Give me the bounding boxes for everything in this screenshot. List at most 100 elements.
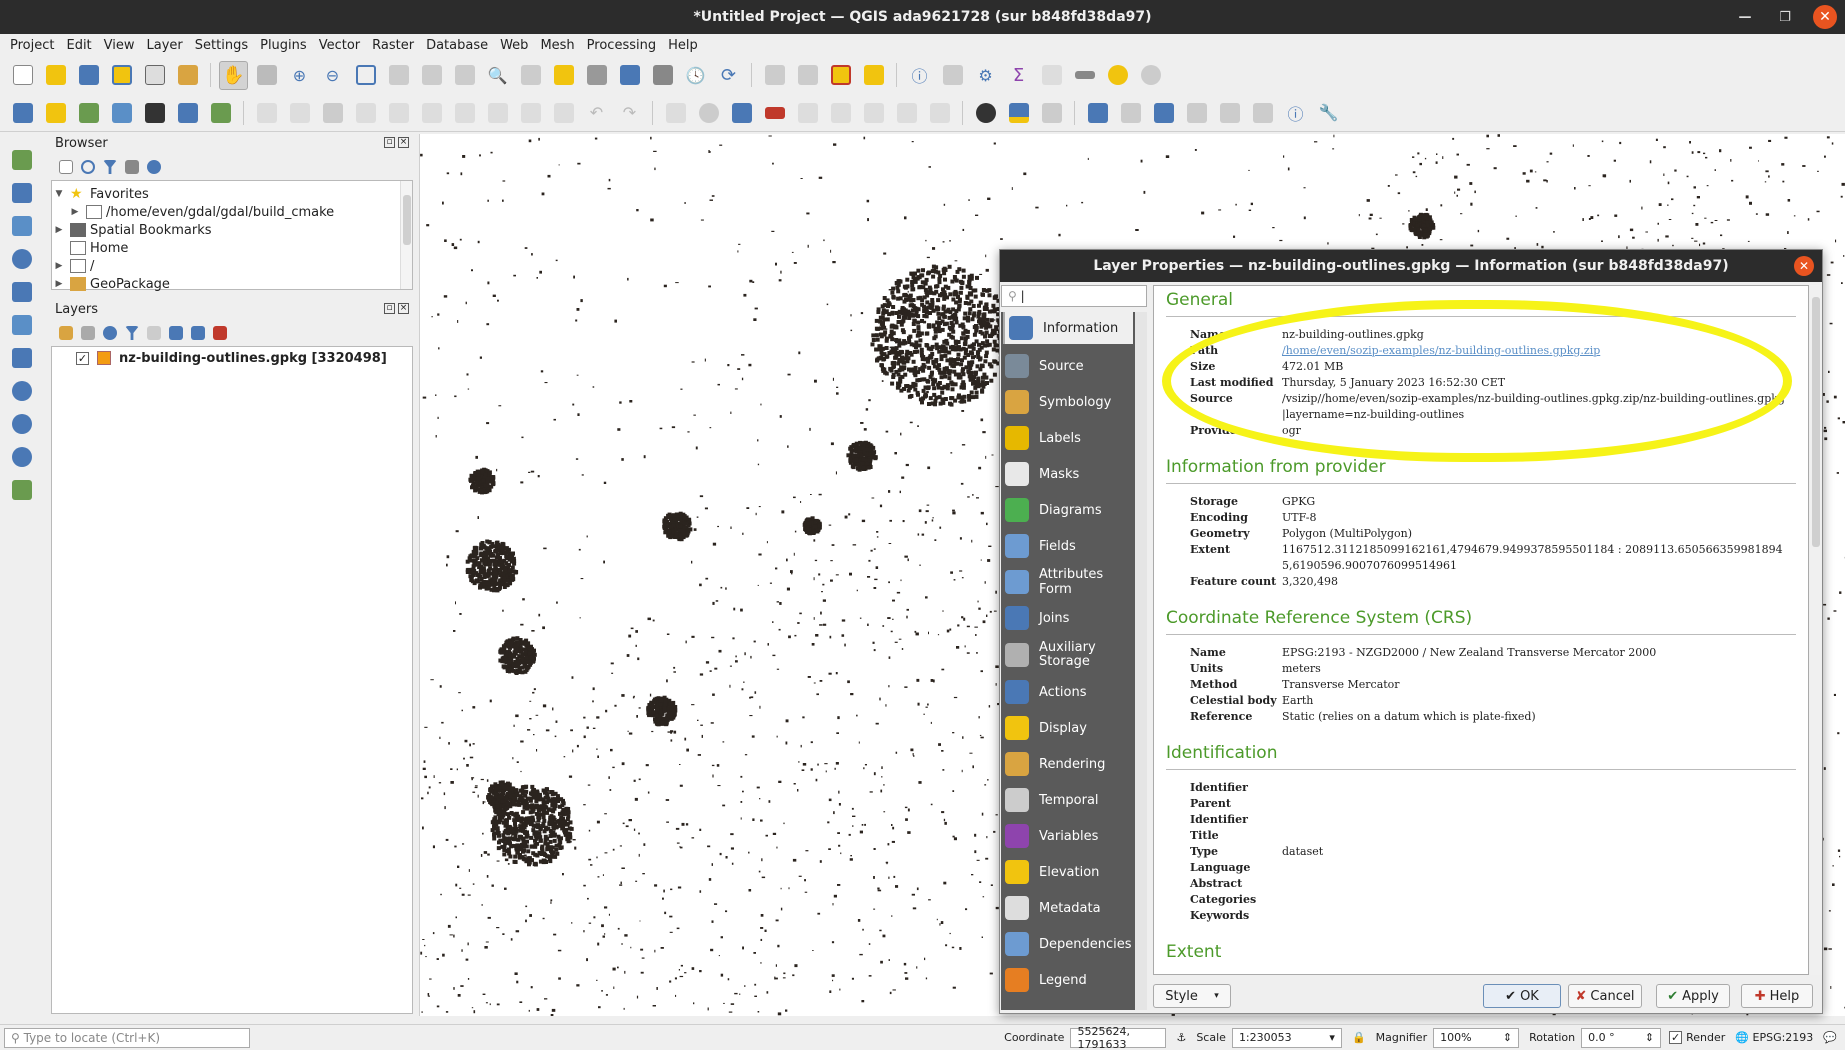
filter-expression-icon[interactable]: [147, 326, 161, 340]
filter-icon[interactable]: [103, 160, 117, 174]
new-virtual-layer-icon[interactable]: [140, 98, 169, 127]
measure-icon[interactable]: [1070, 61, 1099, 90]
processing-toolbox-icon[interactable]: ⚙: [971, 61, 1000, 90]
menu-mesh[interactable]: Mesh: [534, 38, 580, 53]
about-icon[interactable]: ⓘ: [1281, 98, 1310, 127]
properties-icon[interactable]: [147, 160, 161, 174]
label-abc-icon[interactable]: [760, 98, 789, 127]
menu-plugins[interactable]: Plugins: [254, 38, 313, 53]
new-geopackage-icon[interactable]: [41, 98, 70, 127]
undo-icon[interactable]: ↶: [582, 98, 611, 127]
show-bookmarks-icon[interactable]: [648, 61, 677, 90]
paste-features-icon[interactable]: [549, 98, 578, 127]
advanced-digitize-icon[interactable]: [1182, 98, 1211, 127]
add-gps-layer-icon[interactable]: [7, 278, 37, 305]
zoom-full-icon[interactable]: [351, 61, 380, 90]
style-icon[interactable]: [59, 326, 73, 340]
pan-to-selection-icon[interactable]: [252, 61, 281, 90]
copy-features-icon[interactable]: [516, 98, 545, 127]
menu-project[interactable]: Project: [4, 38, 60, 53]
menu-settings[interactable]: Settings: [189, 38, 254, 53]
tree-item-bookmarks[interactable]: ▶ Spatial Bookmarks: [52, 221, 412, 239]
tree-item-favorites[interactable]: ▼ ★ Favorites: [52, 185, 412, 203]
zoom-in-icon[interactable]: ⊕: [285, 61, 314, 90]
add-virtual-layer-icon[interactable]: [7, 476, 37, 503]
remove-layer-icon[interactable]: [213, 326, 227, 340]
minimize-icon[interactable]: —: [1733, 10, 1757, 25]
label-move-icon[interactable]: [826, 98, 855, 127]
filter-legend-icon[interactable]: [125, 326, 139, 340]
python-console-icon[interactable]: [1004, 98, 1033, 127]
manage-visibility-icon[interactable]: [103, 326, 117, 340]
close-icon[interactable]: ✕: [1813, 5, 1837, 29]
select-by-value-icon[interactable]: [793, 61, 822, 90]
zoom-layer-icon[interactable]: [417, 61, 446, 90]
label-pin-icon[interactable]: [694, 98, 723, 127]
move-annotation-icon[interactable]: [1116, 98, 1145, 127]
snapping-icon[interactable]: [1248, 98, 1277, 127]
menu-help[interactable]: Help: [662, 38, 704, 53]
menu-web[interactable]: Web: [494, 38, 534, 53]
menu-vector[interactable]: Vector: [313, 38, 366, 53]
new-mesh-icon[interactable]: [173, 98, 202, 127]
tree-item-geopackage[interactable]: ▶ GeoPackage: [52, 275, 412, 293]
new-temp-layer-icon[interactable]: [206, 98, 235, 127]
modify-attributes-icon[interactable]: [417, 98, 446, 127]
zoom-selection-icon[interactable]: [384, 61, 413, 90]
label-toolbar-icon[interactable]: [661, 98, 690, 127]
current-edits-icon[interactable]: [252, 98, 281, 127]
collapse-all-icon[interactable]: [125, 160, 139, 174]
zoom-next-icon[interactable]: [516, 61, 545, 90]
save-project-icon[interactable]: [74, 61, 103, 90]
open-project-icon[interactable]: [41, 61, 70, 90]
collapse-all-icon[interactable]: [191, 326, 205, 340]
float-icon[interactable]: ▫: [384, 303, 395, 314]
temporal-controller-icon[interactable]: 🕓: [681, 61, 710, 90]
data-source-manager-icon[interactable]: [8, 98, 37, 127]
select-location-icon[interactable]: [859, 61, 888, 90]
browser-scrollbar[interactable]: [400, 181, 412, 289]
add-delimited-text-icon[interactable]: [7, 245, 37, 272]
menu-processing[interactable]: Processing: [581, 38, 662, 53]
new-bookmark-icon[interactable]: [615, 61, 644, 90]
annotation-icon[interactable]: [1083, 98, 1112, 127]
new-project-icon[interactable]: [8, 61, 37, 90]
map-tips-icon[interactable]: [1103, 61, 1132, 90]
layer-visibility-checkbox[interactable]: ✓: [76, 351, 89, 365]
label-change-icon[interactable]: [892, 98, 921, 127]
open-table-icon[interactable]: [1037, 61, 1066, 90]
add-selected-icon[interactable]: [59, 160, 73, 174]
new-spatialite-icon[interactable]: [107, 98, 136, 127]
tree-item-home[interactable]: Home: [52, 239, 412, 257]
new-map-view-icon[interactable]: [549, 61, 578, 90]
digitize-icon[interactable]: [351, 98, 380, 127]
select-features-icon[interactable]: [760, 61, 789, 90]
statistics-icon[interactable]: Σ: [1004, 61, 1033, 90]
tree-item-build-cmake[interactable]: ▶/home/even/gdal/gdal/build_cmake: [52, 203, 412, 221]
add-postgis-icon[interactable]: [7, 344, 37, 371]
label-highlight-icon[interactable]: [727, 98, 756, 127]
redo-icon[interactable]: ↷: [615, 98, 644, 127]
save-edits-icon[interactable]: [318, 98, 347, 127]
options-icon[interactable]: 🔧: [1314, 98, 1343, 127]
style-manager-icon[interactable]: [173, 61, 202, 90]
close-panel-icon[interactable]: ×: [398, 303, 409, 314]
refresh-browser-icon[interactable]: [81, 160, 95, 174]
vertex-tool-icon[interactable]: [384, 98, 413, 127]
menu-edit[interactable]: Edit: [60, 38, 97, 53]
save-as-icon[interactable]: [107, 61, 136, 90]
attribute-table-icon[interactable]: [938, 61, 967, 90]
identify-icon[interactable]: ⓘ: [905, 61, 934, 90]
refresh-icon[interactable]: ⟳: [714, 61, 743, 90]
new-shapefile-icon[interactable]: [74, 98, 103, 127]
add-wcs-icon[interactable]: [7, 443, 37, 470]
locator-icon[interactable]: [1136, 61, 1165, 90]
close-panel-icon[interactable]: ×: [398, 137, 409, 148]
plugin-globe-icon[interactable]: [971, 98, 1000, 127]
add-vector-layer-icon[interactable]: [7, 146, 37, 173]
layer-item[interactable]: ✓ nz-building-outlines.gpkg [3320498]: [52, 347, 412, 369]
tree-item-root[interactable]: ▶ /: [52, 257, 412, 275]
zoom-last-icon[interactable]: 🔍: [483, 61, 512, 90]
pan-icon[interactable]: ✋: [219, 60, 248, 90]
add-mesh-layer-icon[interactable]: [7, 212, 37, 239]
